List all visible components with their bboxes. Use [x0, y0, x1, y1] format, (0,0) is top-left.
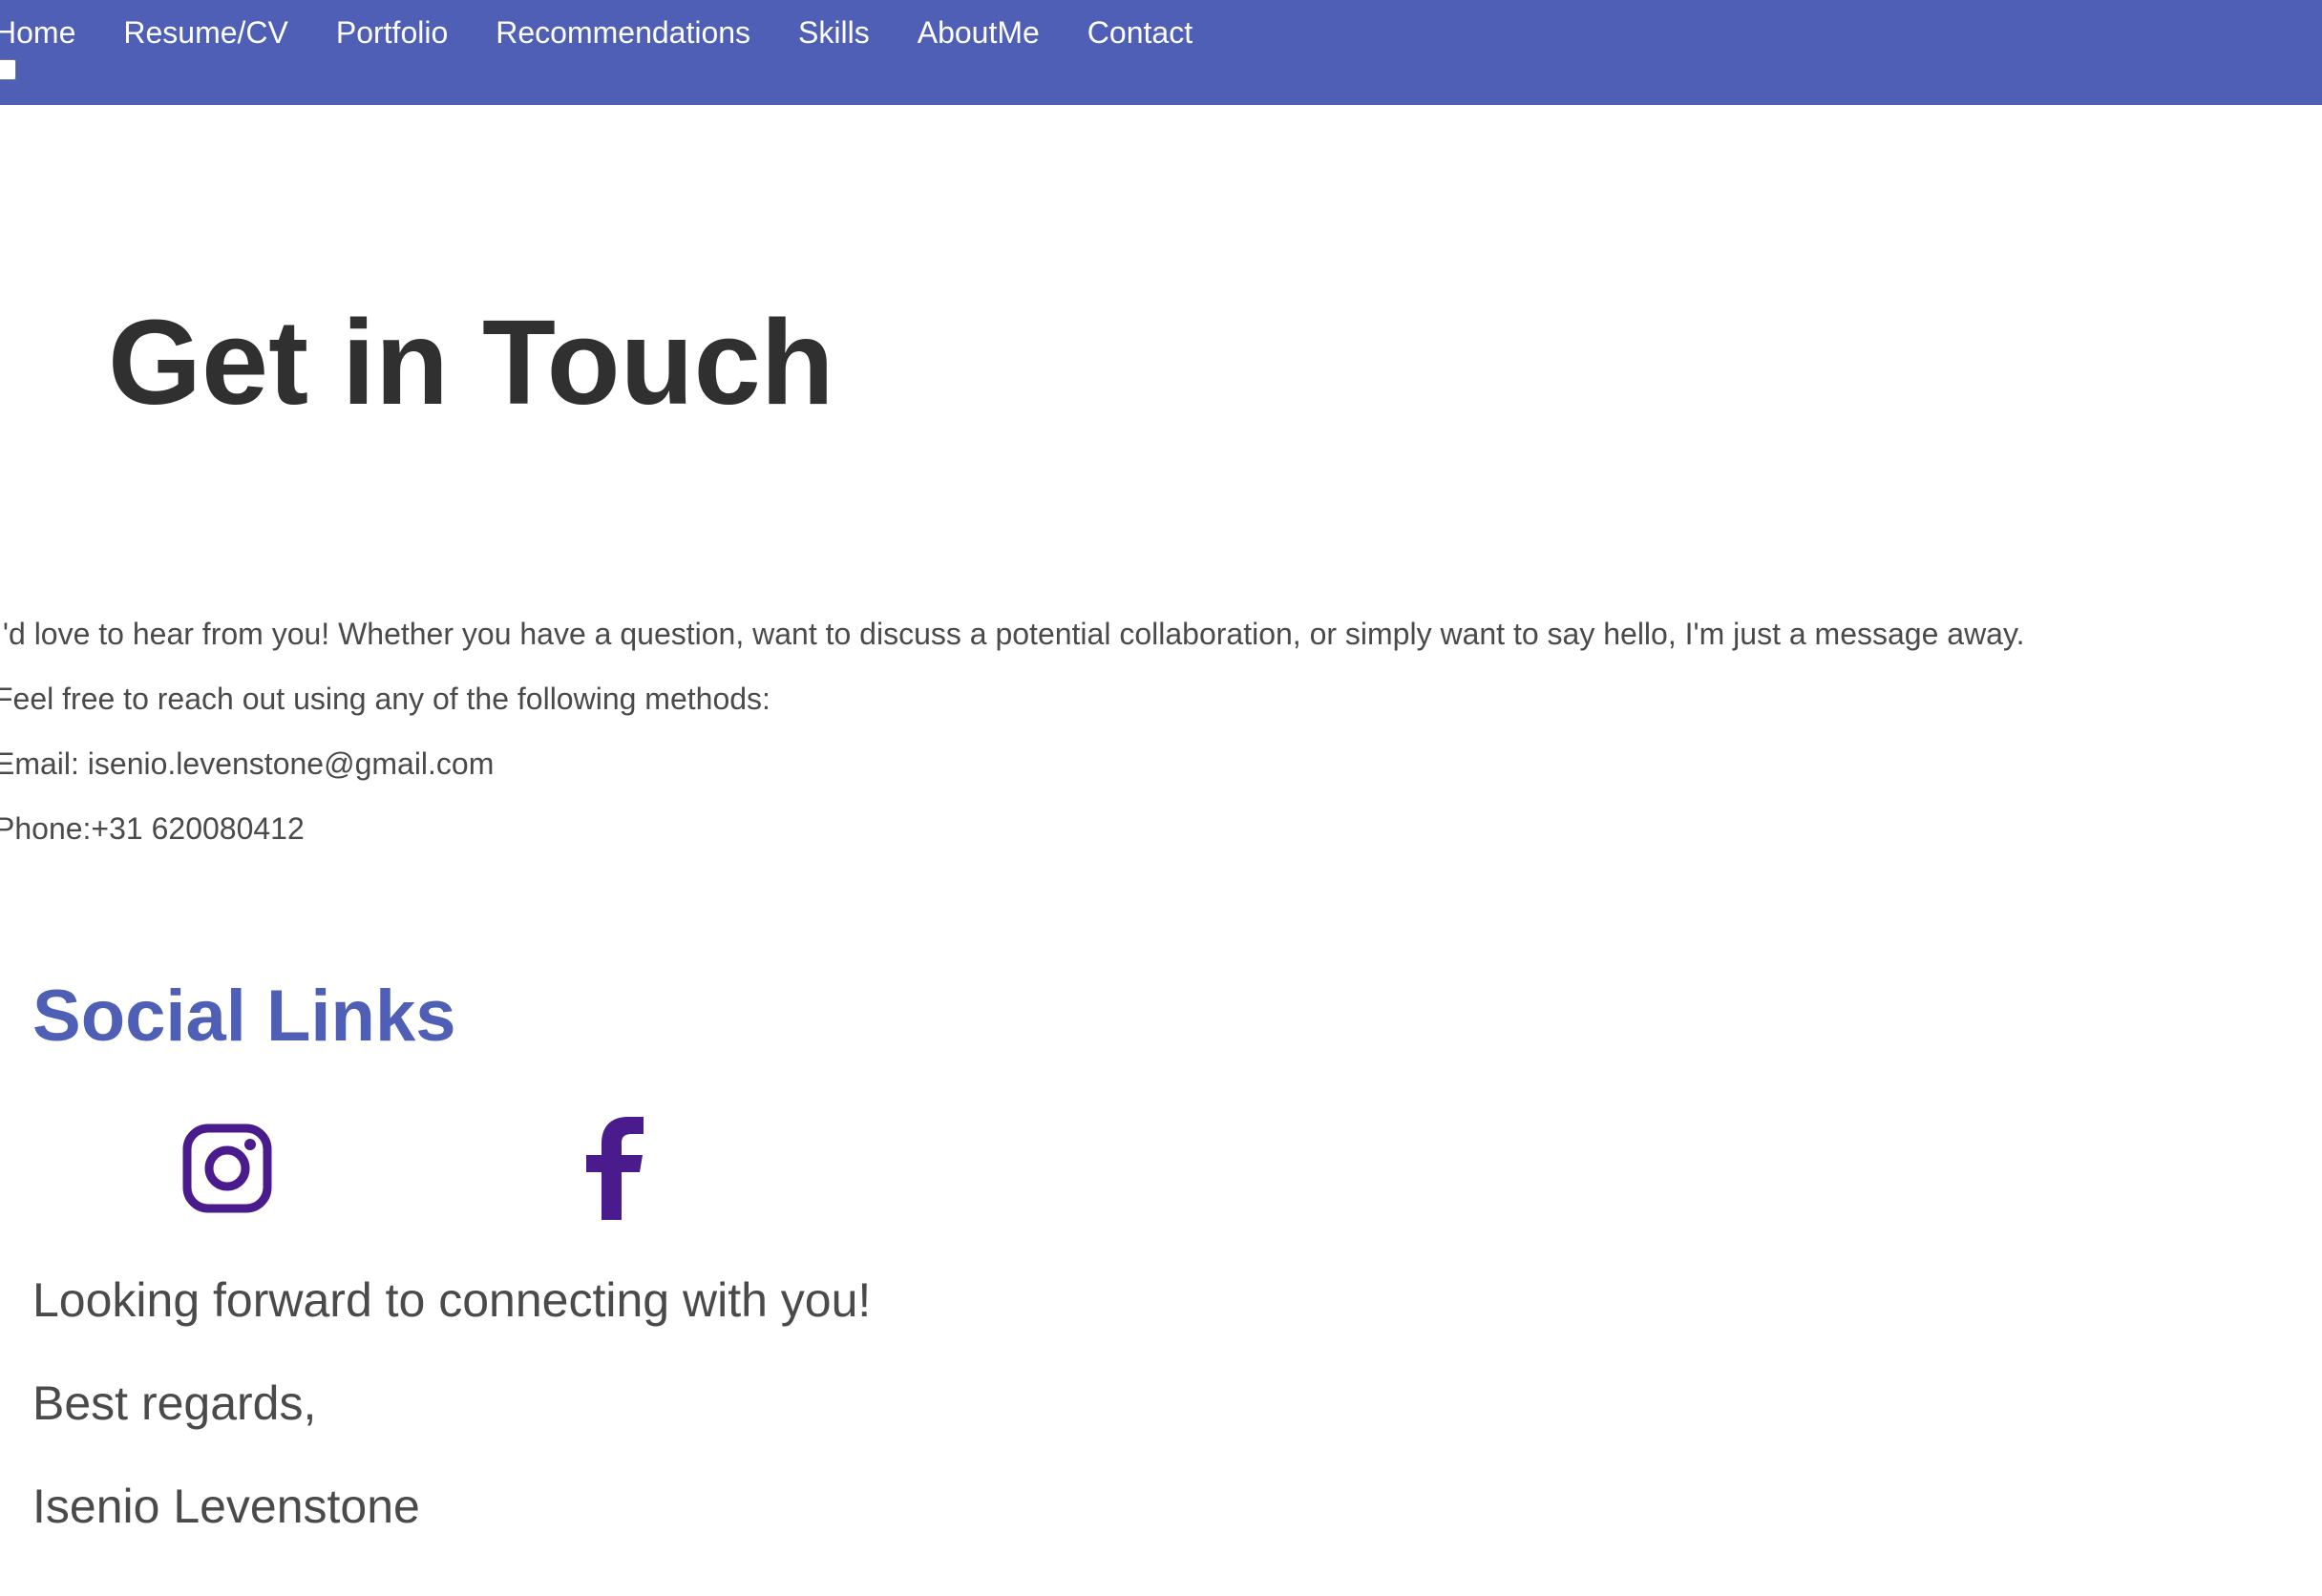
social-links-heading: Social Links [32, 976, 456, 1057]
top-navbar: Home Resume/CV Portfolio Recommendations… [0, 0, 2322, 105]
methods-paragraph: Feel free to reach out using any of the … [0, 682, 770, 716]
closing-line: Looking forward to connecting with you! [32, 1273, 872, 1327]
regards-line: Best regards, [32, 1376, 317, 1430]
signature-name: Isenio Levenstone [32, 1480, 420, 1533]
contact-intro: I'd love to hear from you! Whether you h… [0, 611, 2024, 871]
nav-link-home[interactable]: Home [0, 10, 75, 55]
phone-line: Phone:+31 620080412 [0, 811, 305, 846]
nav-menu-toggle-checkbox[interactable] [0, 59, 19, 80]
nav-link-recommendations[interactable]: Recommendations [496, 10, 750, 55]
nav-link-aboutme[interactable]: AboutMe [918, 10, 1040, 55]
nav-link-resume[interactable]: Resume/CV [123, 10, 288, 55]
instagram-link[interactable] [181, 1123, 273, 1214]
facebook-link[interactable] [584, 1117, 645, 1220]
intro-paragraph: I'd love to hear from you! Whether you h… [0, 617, 2025, 651]
instagram-icon [182, 1124, 272, 1213]
nav-link-portfolio[interactable]: Portfolio [336, 10, 448, 55]
nav-link-contact[interactable]: Contact [1087, 10, 1193, 55]
closing-message: Looking forward to connecting with you! … [32, 1270, 871, 1579]
nav-link-skills[interactable]: Skills [798, 10, 870, 55]
facebook-icon [586, 1117, 644, 1220]
email-line: Email: isenio.levenstone@gmail.com [0, 746, 495, 781]
page-title: Get in Touch [108, 295, 834, 430]
nav-links: Home Resume/CV Portfolio Recommendations… [0, 10, 1240, 55]
